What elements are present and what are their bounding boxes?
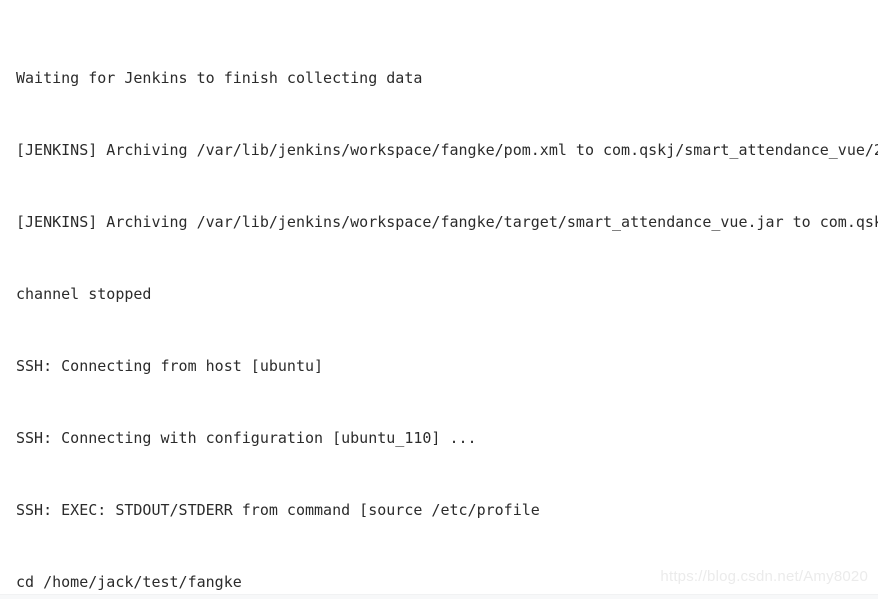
console-output-viewport[interactable]: Waiting for Jenkins to finish collecting… [0,0,878,599]
log-line: [JENKINS] Archiving /var/lib/jenkins/wor… [16,141,878,159]
log-line: [JENKINS] Archiving /var/lib/jenkins/wor… [16,213,878,231]
log-line: SSH: EXEC: STDOUT/STDERR from command [s… [16,501,540,519]
log-line: channel stopped [16,285,152,303]
log-line: SSH: Connecting with configuration [ubun… [16,429,477,447]
csdn-watermark: https://blog.csdn.net/Amy8020 [660,568,868,585]
console-log-text: Waiting for Jenkins to finish collecting… [0,0,878,599]
bottom-separator-strip [0,594,878,599]
log-line: SSH: Connecting from host [ubuntu] [16,357,324,375]
log-line: Waiting for Jenkins to finish collecting… [16,69,423,87]
